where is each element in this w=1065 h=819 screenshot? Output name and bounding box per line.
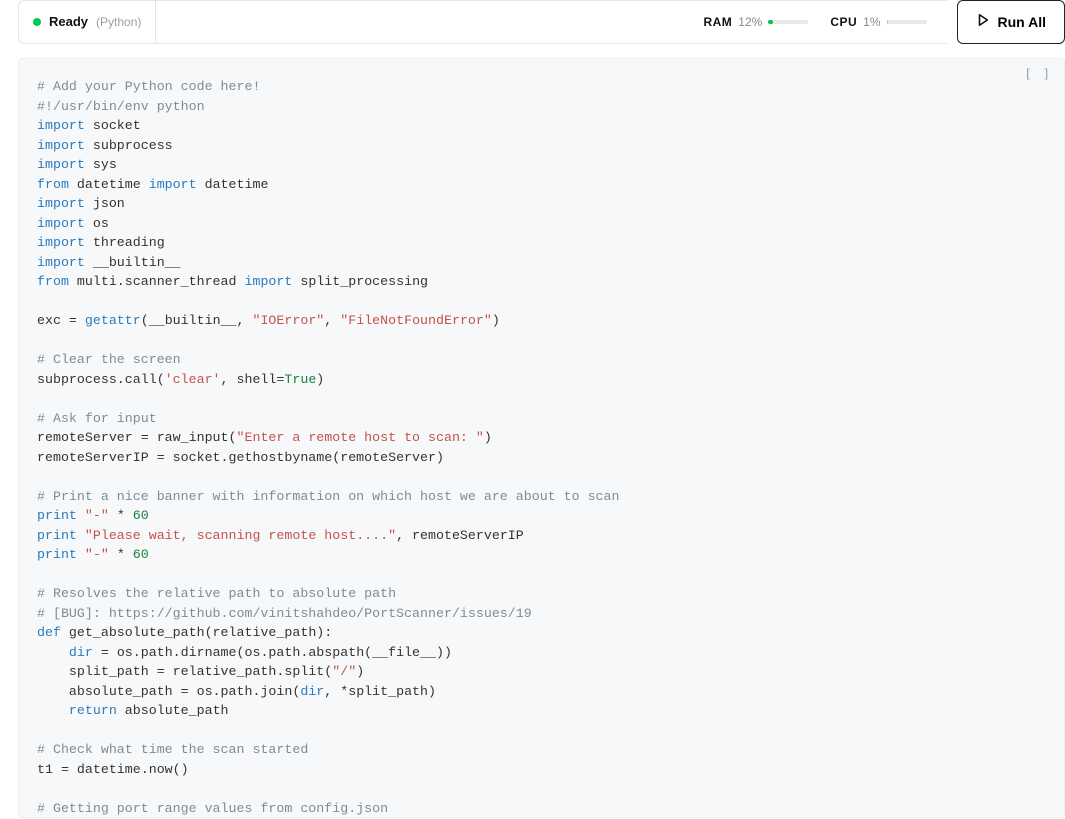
run-all-button[interactable]: Run All bbox=[957, 0, 1065, 44]
cpu-value: 1% bbox=[863, 15, 880, 29]
ram-bar-fill bbox=[768, 20, 773, 24]
cpu-label: CPU bbox=[830, 15, 857, 29]
code-editor[interactable]: # Add your Python code here! #!/usr/bin/… bbox=[37, 77, 1048, 818]
run-all-label: Run All bbox=[998, 14, 1046, 30]
execution-count: [ ] bbox=[1024, 67, 1052, 81]
ram-value: 12% bbox=[738, 15, 762, 29]
kernel-language: (Python) bbox=[96, 15, 141, 29]
code-cell[interactable]: [ ] # Add your Python code here! #!/usr/… bbox=[18, 58, 1065, 818]
top-bar: Ready (Python) RAM 12% CPU 1% Run All bbox=[0, 0, 1065, 44]
cpu-metric: CPU 1% bbox=[830, 15, 926, 29]
status-dot-icon bbox=[33, 18, 41, 26]
ram-bar bbox=[768, 20, 808, 24]
kernel-status: Ready (Python) bbox=[18, 0, 156, 44]
play-icon bbox=[976, 13, 990, 30]
ram-metric: RAM 12% bbox=[703, 15, 808, 29]
status-label: Ready bbox=[49, 14, 88, 29]
cpu-bar bbox=[887, 20, 927, 24]
ram-label: RAM bbox=[703, 15, 732, 29]
cpu-bar-fill bbox=[887, 20, 888, 24]
resource-bar: RAM 12% CPU 1% bbox=[156, 0, 946, 44]
